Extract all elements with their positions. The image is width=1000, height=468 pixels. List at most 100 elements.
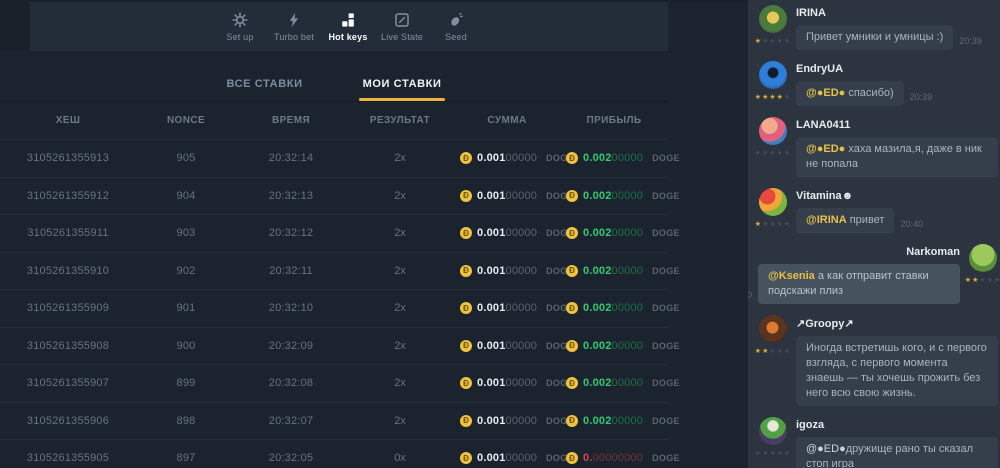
- bet-amount: Ð 0.00100000 DOGE: [454, 452, 560, 464]
- doge-coin-icon: Ð: [566, 265, 578, 277]
- table-header-row: ХЕШNONCEВРЕМЯРЕЗУЛЬТАТСУММАПРИБЫЛЬ: [0, 102, 668, 139]
- avatar[interactable]: [969, 244, 997, 272]
- star-empty-icon: ★: [769, 221, 776, 228]
- table-row[interactable]: 3105261355905 897 20:32:05 0x Ð 0.001000…: [0, 439, 668, 468]
- chat-username[interactable]: LANA0411: [796, 119, 850, 131]
- currency-label: DOGE: [652, 453, 680, 463]
- bet-amount: Ð 0.00100000 DOGE: [454, 377, 560, 389]
- doge-coin-icon: Ð: [460, 415, 472, 427]
- star-empty-icon: ★: [777, 450, 784, 457]
- bet-amount: Ð 0.00100000 DOGE: [454, 265, 560, 277]
- tab-my-bets[interactable]: МОИ СТАВКИ: [359, 78, 446, 101]
- doge-coin-icon: Ð: [566, 415, 578, 427]
- table-row[interactable]: 3105261355913 905 20:32:14 2x Ð 0.001000…: [0, 139, 668, 177]
- avatar[interactable]: [759, 417, 787, 445]
- bet-hash: 3105261355905: [0, 452, 136, 464]
- chat-username[interactable]: ↗Groopy↗: [796, 317, 854, 330]
- table-row[interactable]: 3105261355908 900 20:32:09 2x Ð 0.001000…: [0, 327, 668, 365]
- currency-label: DOGE: [652, 228, 680, 238]
- chat-message: ★★★★★ ↗Groopy↗ Иногда встретишь кого, и …: [758, 315, 998, 406]
- bet-profit: Ð 0.00200000 DOGE: [560, 152, 668, 164]
- bet-profit: Ð 0.00200000 DOGE: [560, 377, 668, 389]
- toolbar-item-hotkeys[interactable]: Hot keys: [321, 12, 375, 42]
- live-chart-icon: [394, 12, 410, 28]
- star-empty-icon: ★: [777, 38, 784, 45]
- column-header: РЕЗУЛЬТАТ: [346, 115, 454, 126]
- avatar[interactable]: [759, 5, 787, 33]
- user-rating-stars: ★★★★★: [755, 150, 791, 158]
- star-empty-icon: ★: [784, 38, 791, 45]
- bet-hash: 3105261355911: [0, 227, 136, 239]
- tab-all-bets[interactable]: ВСЕ СТАВКИ: [223, 78, 307, 101]
- bet-time: 20:32:07: [236, 415, 346, 427]
- table-row[interactable]: 3105261355907 899 20:32:08 2x Ð 0.001000…: [0, 364, 668, 402]
- table-row[interactable]: 3105261355912 904 20:32:13 2x Ð 0.001000…: [0, 177, 668, 215]
- chat-username[interactable]: Vitamina☻: [796, 190, 853, 202]
- currency-label: DOGE: [652, 191, 680, 201]
- avatar[interactable]: [759, 117, 787, 145]
- bet-time: 20:32:11: [236, 265, 346, 277]
- toolbar-item-livestate[interactable]: Live State: [375, 12, 429, 42]
- toolbar-item-seed[interactable]: Seed: [429, 12, 483, 42]
- user-rating-stars: ★★★★★: [755, 450, 791, 458]
- bet-nonce: 905: [136, 152, 236, 164]
- chat-panel: ★★★★★ IRINA Привет умники и умницы :) 20…: [748, 0, 1000, 468]
- toolbar-item-turbo[interactable]: Turbo bet: [267, 12, 321, 42]
- keyboard-keys-icon: [340, 12, 356, 28]
- doge-coin-icon: Ð: [460, 377, 472, 389]
- avatar[interactable]: [759, 61, 787, 89]
- doge-coin-icon: Ð: [566, 302, 578, 314]
- avatar[interactable]: [759, 188, 787, 216]
- chat-username[interactable]: Narkoman: [906, 246, 960, 258]
- bet-nonce: 903: [136, 227, 236, 239]
- user-mention[interactable]: @●ED●: [806, 87, 845, 99]
- bet-profit: Ð 0.00200000 DOGE: [560, 265, 668, 277]
- star-filled-icon: ★: [755, 221, 762, 228]
- chat-username[interactable]: igoza: [796, 419, 824, 431]
- bet-hash: 3105261355907: [0, 377, 136, 389]
- bet-result: 2x: [346, 227, 454, 239]
- toolbar-items: Set up Turbo bet Hot keys Live State See…: [213, 12, 483, 42]
- bet-amount: Ð 0.00100000 DOGE: [454, 227, 560, 239]
- star-empty-icon: ★: [784, 450, 791, 457]
- bet-result: 2x: [346, 152, 454, 164]
- bet-nonce: 901: [136, 302, 236, 314]
- bet-result: 2x: [346, 265, 454, 277]
- currency-label: DOGE: [652, 341, 680, 351]
- star-empty-icon: ★: [784, 348, 791, 355]
- star-filled-icon: ★: [755, 348, 762, 355]
- bet-hash: 3105261355910: [0, 265, 136, 277]
- table-row[interactable]: 3105261355909 901 20:32:10 2x Ð 0.001000…: [0, 289, 668, 327]
- user-mention[interactable]: @●ED●: [806, 143, 845, 155]
- bet-result: 2x: [346, 302, 454, 314]
- doge-coin-icon: Ð: [566, 190, 578, 202]
- avatar[interactable]: [759, 315, 787, 343]
- seed-icon: [448, 12, 464, 28]
- star-empty-icon: ★: [755, 450, 762, 457]
- table-row[interactable]: 3105261355910 902 20:32:11 2x Ð 0.001000…: [0, 252, 668, 290]
- table-row[interactable]: 3105261355906 898 20:32:07 2x Ð 0.001000…: [0, 402, 668, 440]
- chat-username[interactable]: EndryUA: [796, 63, 843, 75]
- user-mention[interactable]: @IRINA: [806, 214, 847, 226]
- toolbar-item-label: Turbo bet: [274, 32, 314, 42]
- message-text: привет: [847, 214, 885, 226]
- star-filled-icon: ★: [755, 38, 762, 45]
- column-header: ПРИБЫЛЬ: [560, 115, 668, 126]
- table-row[interactable]: 3105261355911 903 20:32:12 2x Ð 0.001000…: [0, 214, 668, 252]
- bet-time: 20:32:08: [236, 377, 346, 389]
- star-empty-icon: ★: [987, 277, 994, 284]
- user-rating-stars: ★★★★★: [755, 94, 791, 102]
- bet-result: 0x: [346, 452, 454, 464]
- chat-message-time: 20:39: [959, 34, 982, 49]
- star-empty-icon: ★: [777, 348, 784, 355]
- chat-username[interactable]: IRINA: [796, 7, 826, 19]
- chat-message: ★★★★★ Vitamina☻ @IRINA привет 20:40: [758, 188, 998, 233]
- bet-hash: 3105261355913: [0, 152, 136, 164]
- toolbar: Set up Turbo bet Hot keys Live State See…: [30, 2, 668, 51]
- bet-result: 2x: [346, 340, 454, 352]
- user-mention[interactable]: @Ksenia: [768, 270, 815, 282]
- toolbar-item-setup[interactable]: Set up: [213, 12, 267, 42]
- bet-nonce: 900: [136, 340, 236, 352]
- bet-time: 20:32:09: [236, 340, 346, 352]
- bet-amount: Ð 0.00100000 DOGE: [454, 302, 560, 314]
